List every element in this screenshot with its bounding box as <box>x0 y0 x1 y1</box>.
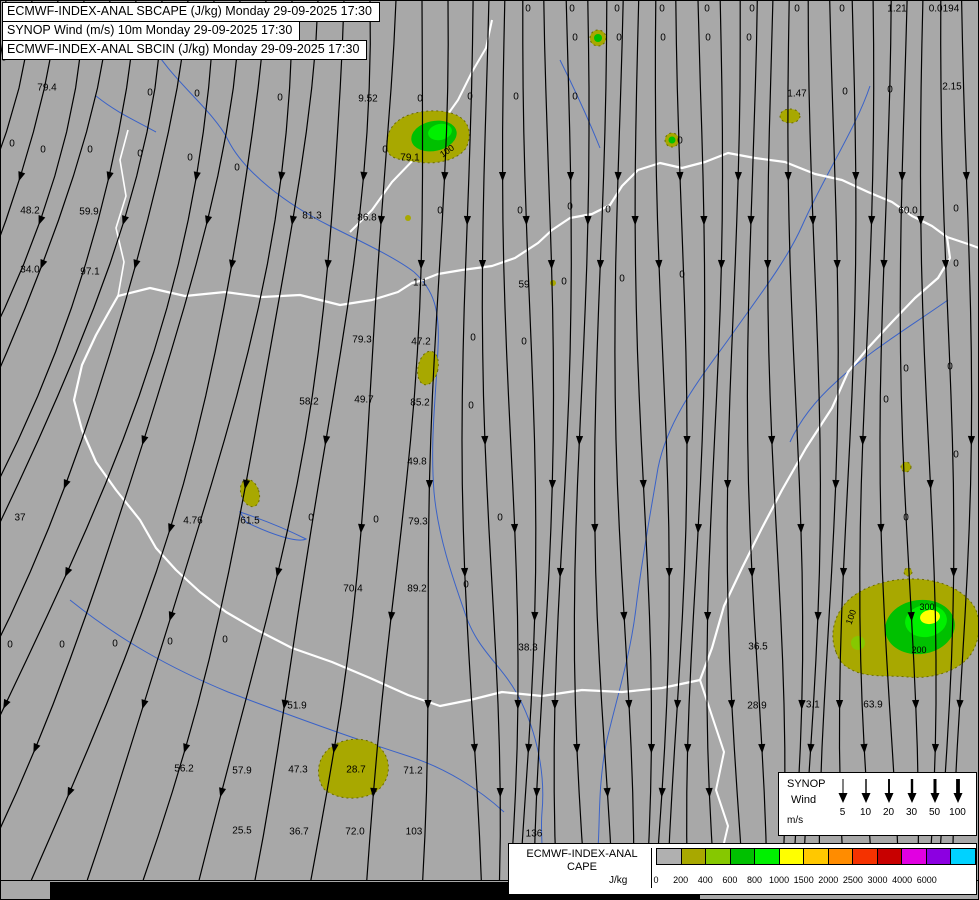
cape-legend-model: ECMWF-INDEX-ANAL CAPE <box>513 848 652 888</box>
cape-scale-box <box>680 848 707 865</box>
wind-speed-label: 100 <box>949 807 966 818</box>
cape-scale-value: 1000 <box>769 875 790 885</box>
cape-model-name: ECMWF-INDEX-ANAL <box>526 848 638 860</box>
cape-scale-box <box>950 848 976 865</box>
title-line-sbcin: ECMWF-INDEX-ANAL SBCIN (J/kg) Monday 29-… <box>2 40 368 60</box>
wind-speed-column: 50 <box>923 777 946 818</box>
cape-scale-value: 1500 <box>793 875 814 885</box>
map-canvas <box>0 0 979 900</box>
cape-color-scale <box>656 848 976 865</box>
cape-scale-box <box>705 848 731 865</box>
cape-scale-box <box>901 848 927 865</box>
wind-speed-column: 100 <box>946 777 969 818</box>
cape-scale-box <box>876 848 903 865</box>
wind-legend: SYNOP Wind m/s 5 10 20 30 50 100 <box>778 772 977 836</box>
cape-scale-box <box>925 848 952 865</box>
wind-speed-column: 10 <box>854 777 877 818</box>
cape-scale-value: 3000 <box>867 875 888 885</box>
wind-arrow-icon <box>930 779 939 803</box>
wind-legend-subtitle: Wind <box>791 794 817 806</box>
wind-speed-label: 5 <box>839 807 846 818</box>
cape-param-name: CAPE <box>567 861 597 873</box>
weather-map: 000000001.210.019400000579.40009.5200001… <box>0 0 979 900</box>
wind-speed-label: 50 <box>928 807 941 818</box>
title-line-wind: SYNOP Wind (m/s) 10m Monday 29-09-2025 1… <box>2 21 301 41</box>
cape-scale-box <box>827 848 854 865</box>
wind-arrow-icon <box>838 779 847 803</box>
cape-scale-value: 2500 <box>842 875 863 885</box>
wind-arrow-icon <box>907 779 916 803</box>
cape-scale-value: 600 <box>722 875 738 885</box>
wind-arrow-icon <box>953 779 962 803</box>
wind-arrow-icon <box>861 779 870 803</box>
wind-speed-label: 30 <box>905 807 918 818</box>
cape-scale-value: 200 <box>673 875 689 885</box>
cape-scale-box <box>729 848 756 865</box>
cape-scale-value: 800 <box>746 875 762 885</box>
wind-legend-title: SYNOP <box>787 778 826 790</box>
cape-scale-value: 4000 <box>892 875 913 885</box>
wind-arrow-icon <box>884 779 893 803</box>
title-legend: ECMWF-INDEX-ANAL SBCAPE (J/kg) Monday 29… <box>2 2 380 60</box>
cape-scale-box <box>656 848 682 865</box>
wind-speed-column: 20 <box>877 777 900 818</box>
wind-speed-label: 10 <box>859 807 872 818</box>
cape-legend-unit: J/kg <box>609 875 628 886</box>
cape-scale-value: 2000 <box>818 875 839 885</box>
wind-legend-unit: m/s <box>787 815 804 826</box>
wind-speed-scale: 5 10 20 30 50 100 <box>831 777 969 818</box>
wind-speed-column: 5 <box>831 777 854 818</box>
cape-scale-value: 0 <box>653 875 659 885</box>
title-line-sbcape: ECMWF-INDEX-ANAL SBCAPE (J/kg) Monday 29… <box>2 2 380 22</box>
cape-scale-values: 0 200 400 600 800 1000 1500 2000 2500 3000 4000 600… <box>653 875 976 889</box>
cape-scale-value: 400 <box>697 875 713 885</box>
cape-legend: ECMWF-INDEX-ANAL CAPE J/kg 0 200 400 600 800… <box>508 843 977 895</box>
cape-scale-value: 6000 <box>916 875 937 885</box>
wind-speed-column: 30 <box>900 777 923 818</box>
wind-speed-label: 20 <box>882 807 895 818</box>
cape-scale-box <box>754 848 780 865</box>
cape-scale-box <box>852 848 878 865</box>
cape-scale-box <box>778 848 805 865</box>
cape-scale-box <box>803 848 829 865</box>
